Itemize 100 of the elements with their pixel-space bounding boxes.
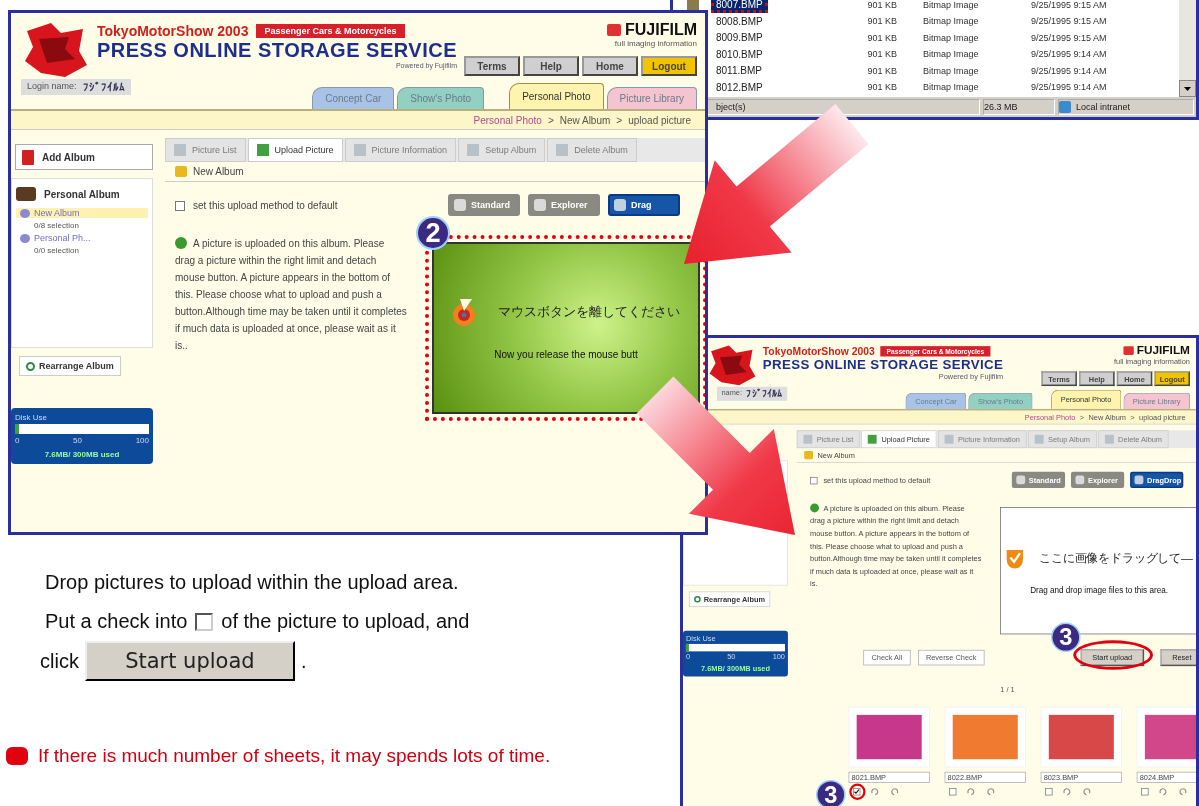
status-text: Local intranet (1076, 102, 1131, 112)
service-title: PRESS ONLINE STORAGE SERVICE (762, 357, 1004, 373)
album-name: New Album (34, 208, 80, 218)
breadcrumb-separator: > (547, 114, 554, 126)
warning-text: If there is much number of sheets, it may spends lots of time. (38, 745, 552, 767)
file-size-cell-text: 901 KB (866, 82, 897, 92)
checkbox[interactable] (852, 788, 861, 796)
album-count: 0/8 selection (33, 221, 80, 230)
file-type-cell-text: Bitmap Image (922, 0, 980, 10)
checkbox[interactable] (949, 788, 957, 796)
file-name-cell[interactable]: 8009.BMP (711, 29, 768, 46)
method-icon (1016, 475, 1026, 485)
toolbar-icon (256, 144, 269, 156)
toolbar-icon (1104, 434, 1114, 444)
instruction-text: Drop pictures to upload within the upload area. (45, 571, 459, 594)
nav-button[interactable]: Help (523, 56, 579, 76)
file-type-cell-text: Bitmap Image (922, 16, 980, 26)
album-icon (20, 208, 30, 218)
step-badge: 3 (816, 779, 846, 806)
section-tab[interactable]: Personal Photo (509, 83, 604, 109)
breadcrumb-link[interactable]: Personal Photo (473, 114, 542, 126)
network-icon (1059, 101, 1071, 113)
album-item[interactable]: Personal Ph... (16, 233, 148, 243)
file-name-cell[interactable]: 8008.BMP (711, 12, 768, 30)
disk-use-reading: 7.6MB/ 300MB used (43, 450, 121, 459)
login-name: ﾌｼﾞﾌｲﾙﾑ (82, 81, 125, 93)
album-toolbar-tab[interactable]: Picture Information (344, 138, 457, 162)
breadcrumb-separator: > (616, 114, 623, 126)
meter-tick: 50 (73, 436, 82, 445)
album-item[interactable]: New Album (16, 208, 148, 218)
toolbar-icon (174, 144, 186, 156)
nav-button[interactable]: Home (582, 56, 638, 76)
file-type-cell-text: Bitmap Image (922, 65, 980, 76)
drop-area-caption: Now you release the mouse butt (494, 348, 638, 360)
album-toolbar-tab[interactable]: Upload Picture (247, 138, 343, 162)
brand-icon (1123, 346, 1134, 355)
login-label: Login name: (27, 81, 77, 93)
meter-tick: 100 (135, 436, 149, 445)
nav-button[interactable]: Terms (464, 56, 520, 76)
rearrange-album-button[interactable]: Rearrange Album (19, 356, 121, 376)
method-icon (1134, 475, 1144, 485)
album-toolbar-tab[interactable]: Delete Album (547, 138, 637, 162)
folder-icon (175, 166, 187, 177)
instruction-text: Put a check into (45, 610, 188, 633)
drop-area-caption: Drag and drop image files to this area. (1030, 585, 1168, 595)
image-file-icon (687, 0, 699, 11)
file-name-cell[interactable]: 8012.BMP (711, 78, 768, 96)
checkbox[interactable] (1045, 788, 1053, 796)
start-upload-button[interactable]: Start upload (84, 641, 295, 681)
toolbar-icon (467, 144, 480, 156)
checkmark-badge-icon (1005, 547, 1025, 570)
meter-tick: 0 (15, 436, 20, 445)
toolbar-icon (353, 144, 366, 156)
method-icon (454, 199, 466, 211)
toolbar-icon (803, 434, 813, 444)
breadcrumb-text: New Album (559, 114, 611, 126)
file-size-cell-text: 901 KB (866, 49, 897, 59)
instruction-text: . (300, 649, 307, 673)
scrollbar[interactable] (1179, 0, 1196, 97)
brand-tagline: full imaging information (614, 39, 697, 48)
checkbox[interactable] (175, 200, 185, 211)
file-name-cell[interactable]: 8011.BMP (711, 62, 767, 79)
toolbar-icon (1034, 434, 1044, 444)
upload-method-button[interactable]: Standard (448, 194, 520, 216)
checkbox[interactable] (1141, 788, 1149, 796)
album-count: 0/0 selection (33, 246, 80, 255)
rearrange-icon (694, 595, 701, 603)
file-date-cell-text: 9/25/1995 9:15 AM (1030, 0, 1108, 10)
album-toolbar-tab[interactable]: Setup Album (458, 138, 546, 162)
album-group-title: Personal Album (44, 188, 120, 200)
nav-button[interactable]: Logout (641, 56, 697, 76)
file-size-cell-text: 901 KB (866, 65, 897, 76)
brand-name: FUJIFILM (625, 21, 697, 39)
hint-icon (175, 237, 187, 249)
album-icon (20, 233, 30, 243)
file-type-cell-text: Bitmap Image (922, 49, 980, 59)
toolbar-icon (556, 144, 569, 156)
disk-use-label: Disk Use (15, 413, 48, 422)
file-date-cell-text: 9/25/1995 9:14 AM (1030, 49, 1108, 59)
add-album-button[interactable]: Add Album (15, 144, 153, 170)
album-group-icon (16, 187, 36, 201)
file-name-cell[interactable]: 8007.BMP (711, 0, 768, 13)
checkbox[interactable] (810, 476, 818, 484)
file-name-cell[interactable]: 8010.BMP (711, 45, 768, 63)
file-size-cell-text: 901 KB (866, 0, 897, 10)
scroll-down-icon[interactable] (1179, 80, 1196, 97)
drop-area-title: マウスボタンを離してください (498, 302, 680, 321)
status-text: 26.3 MB (984, 102, 1018, 112)
method-icon (614, 199, 626, 211)
instruction-text: of the picture to upload, and (221, 610, 470, 633)
default-option-label: set this upload method to default (193, 200, 338, 211)
upload-method-button[interactable]: Explorer (528, 194, 600, 216)
folder-icon (804, 451, 814, 460)
drop-area[interactable]: マウスボタンを離してください Now you release the mouse butt (432, 242, 700, 414)
target-icon (452, 296, 478, 327)
upload-method-button[interactable]: Drag (608, 194, 680, 216)
album-toolbar-tab[interactable]: Picture List (165, 138, 246, 162)
hint-icon (810, 503, 819, 513)
checkbox-icon (195, 612, 214, 631)
method-icon (534, 199, 546, 211)
